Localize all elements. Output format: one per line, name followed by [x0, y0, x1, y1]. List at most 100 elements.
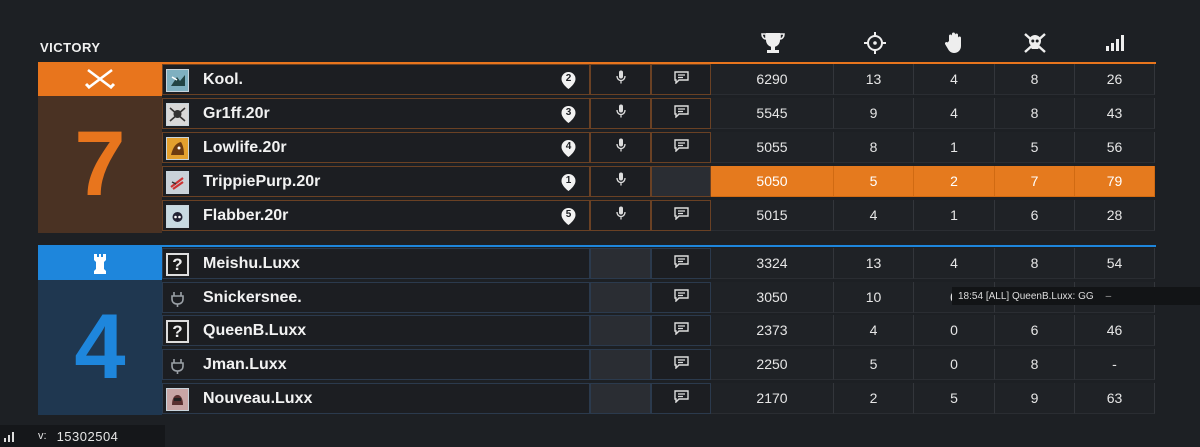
stat-score: 6290	[711, 64, 834, 95]
mute-voice-button[interactable]	[590, 315, 651, 346]
player-row: Flabber.20r 5 5015 4 1 6 28	[162, 200, 1156, 231]
mute-voice-button[interactable]	[590, 132, 651, 163]
stat-ping: 43	[1075, 98, 1155, 129]
player-name-cell[interactable]: ? Meishu.Luxx	[162, 248, 590, 279]
chat-bubble-icon	[673, 70, 689, 89]
player-name-cell[interactable]: Snickersnee.	[162, 282, 590, 313]
mute-chat-button[interactable]	[651, 132, 711, 163]
stat-kills: 8	[834, 132, 914, 163]
player-name: Gr1ff.20r	[203, 104, 270, 122]
player-name: Jman.Luxx	[203, 355, 287, 373]
blue-team-divider	[38, 245, 1156, 247]
stat-kills: 13	[834, 248, 914, 279]
rank-pin-icon: 1	[560, 173, 577, 192]
stat-kills: 5	[834, 166, 914, 197]
stat-assists: 1	[914, 132, 995, 163]
mute-chat-button[interactable]	[651, 166, 711, 197]
rank-pin-icon: 3	[560, 105, 577, 124]
stat-ping: 79	[1075, 166, 1155, 197]
stat-ping: 28	[1075, 200, 1155, 231]
mute-chat-button[interactable]	[651, 248, 711, 279]
stat-assists: 4	[914, 64, 995, 95]
mute-chat-button[interactable]	[651, 64, 711, 95]
match-result-title: VICTORY	[40, 40, 101, 55]
player-name-cell[interactable]: Jman.Luxx	[162, 349, 590, 380]
player-row: TrippiePurp.20r 1 5050 5 2 7 79	[162, 166, 1156, 197]
mute-voice-button[interactable]	[590, 166, 651, 197]
stat-score: 2250	[711, 349, 834, 380]
player-name-cell[interactable]: Nouveau.Luxx	[162, 383, 590, 414]
stat-kills: 4	[834, 315, 914, 346]
stat-assists: 4	[914, 248, 995, 279]
operator-portrait-icon	[166, 103, 189, 126]
mute-chat-button[interactable]	[651, 383, 711, 414]
operator-portrait-icon	[166, 69, 189, 92]
stat-deaths: 5	[995, 132, 1075, 163]
rank-number: 3	[565, 107, 572, 118]
mute-chat-button[interactable]	[651, 98, 711, 129]
chat-bubble-icon	[673, 389, 689, 408]
stat-ping: 54	[1075, 248, 1155, 279]
player-name-cell[interactable]: Kool. 2	[162, 64, 590, 95]
mute-voice-button[interactable]	[590, 64, 651, 95]
mute-voice-button[interactable]	[590, 282, 651, 313]
player-name-cell[interactable]: ? QueenB.Luxx	[162, 315, 590, 346]
ping-bars-icon	[1100, 30, 1130, 56]
player-name-cell[interactable]: Gr1ff.20r 3	[162, 98, 590, 129]
stat-assists: 0	[914, 349, 995, 380]
stat-ping: -	[1075, 349, 1155, 380]
version-number: 15302504	[56, 428, 119, 444]
microphone-icon	[615, 172, 626, 191]
version-footer: v: 15302504	[0, 425, 165, 447]
player-name: Meishu.Luxx	[203, 254, 300, 272]
operator-portrait-icon	[166, 388, 189, 411]
stat-deaths: 8	[995, 64, 1075, 95]
signal-bars-icon	[4, 430, 14, 442]
stat-kills: 13	[834, 64, 914, 95]
player-row: Lowlife.20r 4 5055 8 1 5 56	[162, 132, 1156, 163]
mute-voice-button[interactable]	[590, 98, 651, 129]
rank-number: 4	[565, 141, 572, 152]
player-name: Lowlife.20r	[203, 138, 287, 156]
stat-ping: 26	[1075, 64, 1155, 95]
stat-deaths: 6	[995, 200, 1075, 231]
microphone-icon	[615, 138, 626, 157]
crossed-swords-icon	[38, 62, 162, 96]
player-row: Kool. 2 6290 13 4 8 26	[162, 64, 1156, 95]
microphone-icon	[615, 104, 626, 123]
mute-chat-button[interactable]	[651, 349, 711, 380]
stat-ping: 56	[1075, 132, 1155, 163]
stat-score: 5055	[711, 132, 834, 163]
hand-icon	[940, 30, 970, 56]
player-name: TrippiePurp.20r	[203, 172, 321, 190]
mute-voice-button[interactable]	[590, 349, 651, 380]
chat-bubble-icon	[673, 355, 689, 374]
mute-chat-button[interactable]	[651, 200, 711, 231]
chat-message-popup: 18:54 [ALL] QueenB.Luxx: GG –	[952, 287, 1200, 305]
stat-deaths: 8	[995, 349, 1075, 380]
player-name-cell[interactable]: Flabber.20r 5	[162, 200, 590, 231]
stat-assists: 4	[914, 98, 995, 129]
mute-voice-button[interactable]	[590, 383, 651, 414]
mute-chat-button[interactable]	[651, 282, 711, 313]
stat-assists: 0	[914, 315, 995, 346]
player-row: Jman.Luxx 2250 5 0 8-	[162, 349, 1156, 380]
stat-kills: 2	[834, 383, 914, 414]
microphone-icon	[615, 206, 626, 225]
chat-bubble-icon	[673, 206, 689, 225]
mute-voice-button[interactable]	[590, 200, 651, 231]
mute-voice-button[interactable]	[590, 248, 651, 279]
player-name-cell[interactable]: Lowlife.20r 4	[162, 132, 590, 163]
chat-time: 18:54	[958, 290, 984, 302]
microphone-icon	[615, 70, 626, 89]
stat-score: 5015	[711, 200, 834, 231]
crosshair-icon	[860, 30, 890, 56]
mute-chat-button[interactable]	[651, 315, 711, 346]
stat-deaths: 8	[995, 248, 1075, 279]
player-name-cell[interactable]: TrippiePurp.20r 1	[162, 166, 590, 197]
chat-bubble-icon	[673, 104, 689, 123]
rook-tower-icon	[38, 247, 162, 280]
stat-score: 2170	[711, 383, 834, 414]
orange-team-score: 7	[74, 113, 126, 215]
operator-portrait-icon	[166, 171, 189, 194]
